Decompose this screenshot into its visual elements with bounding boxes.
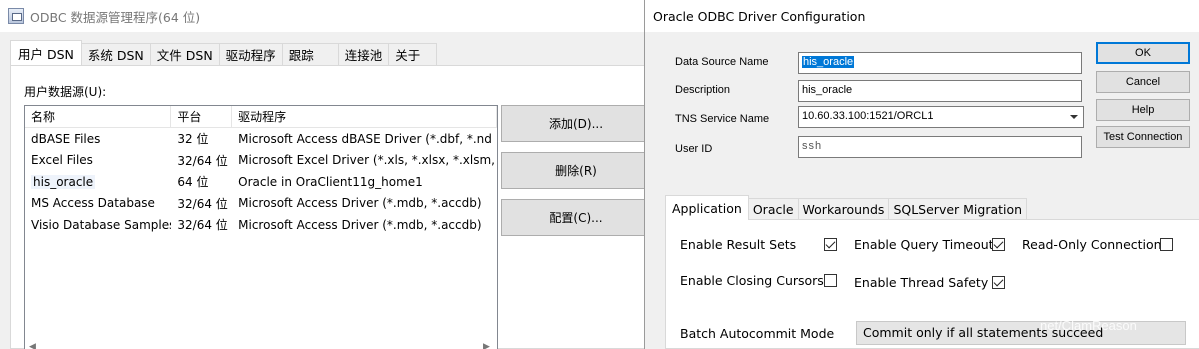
data-source-name-label: Data Source Name xyxy=(675,56,769,68)
odbc-admin-window: ODBC 数据源管理程序(64 位) 用户 DSN 系统 DSN 文件 DSN … xyxy=(0,0,660,349)
remove-button[interactable]: 删除(R) xyxy=(501,152,651,189)
row-name: dBASE Files xyxy=(31,131,101,146)
tab-system-dsn[interactable]: 系统 DSN xyxy=(80,43,151,65)
configure-button[interactable]: 配置(C)... xyxy=(501,199,651,236)
list-item[interactable]: his_oracle 64 位 Oracle in OraClient11g_h… xyxy=(25,171,497,193)
row-driver: Microsoft Access Driver (*.mdb, *.accdb) xyxy=(238,196,482,211)
enable-thread-safety-label: Enable Thread Safety xyxy=(854,275,989,290)
row-driver: Oracle in OraClient11g_home1 xyxy=(238,174,423,189)
scroll-right-icon[interactable]: ▶ xyxy=(483,342,490,349)
row-platform: 32 位 xyxy=(177,132,209,147)
description-label: Description xyxy=(675,84,731,96)
enable-closing-cursors-checkbox[interactable] xyxy=(824,274,837,287)
tab-sqlserver-migration[interactable]: SQLServer Migration xyxy=(888,198,1028,220)
description-field[interactable]: his_oracle xyxy=(798,80,1082,102)
scroll-left-icon[interactable]: ◀ xyxy=(29,342,36,349)
enable-result-sets-checkbox[interactable] xyxy=(824,238,837,251)
data-source-list[interactable]: 名称 平台 驱动程序 dBASE Files 32 位 Microsoft Ac… xyxy=(24,105,498,349)
user-id-label: User ID xyxy=(675,143,713,155)
oracle-config-dialog: Oracle ODBC Driver Configuration Data So… xyxy=(644,0,1199,349)
user-id-field[interactable]: ssh xyxy=(798,136,1082,158)
list-item[interactable]: Excel Files 32/64 位 Microsoft Excel Driv… xyxy=(25,150,497,172)
tab-tracing[interactable]: 跟踪 xyxy=(281,43,339,65)
row-name: MS Access Database xyxy=(31,196,155,211)
column-header-platform[interactable]: 平台 xyxy=(171,106,233,127)
row-name: Excel Files xyxy=(31,153,93,168)
list-item[interactable]: MS Access Database 32/64 位 Microsoft Acc… xyxy=(25,193,497,215)
odbc-app-icon xyxy=(8,8,24,24)
read-only-connection-checkbox[interactable] xyxy=(1160,238,1173,251)
odbc-window-title: ODBC 数据源管理程序(64 位) xyxy=(30,9,201,25)
test-connection-button[interactable]: Test Connection xyxy=(1096,126,1190,148)
tab-file-dsn[interactable]: 文件 DSN xyxy=(149,43,220,65)
tab-about[interactable]: 关于 xyxy=(388,43,438,65)
list-item[interactable]: Visio Database Samples 32/64 位 Microsoft… xyxy=(25,214,497,236)
enable-thread-safety-checkbox[interactable] xyxy=(992,276,1005,289)
user-data-sources-label: 用户数据源(U): xyxy=(24,85,107,99)
row-platform: 64 位 xyxy=(177,175,209,190)
cancel-button[interactable]: Cancel xyxy=(1096,71,1190,93)
tns-service-name-label: TNS Service Name xyxy=(675,113,770,125)
user-id-value: ssh xyxy=(802,140,823,152)
row-platform: 32/64 位 xyxy=(177,196,228,211)
tab-drivers[interactable]: 驱动程序 xyxy=(218,43,283,65)
chevron-down-icon[interactable] xyxy=(1070,115,1078,119)
row-name: his_oracle xyxy=(31,174,96,189)
column-header-driver[interactable]: 驱动程序 xyxy=(232,106,497,127)
row-driver: Microsoft Access dBASE Driver (*.dbf, *.… xyxy=(238,131,492,146)
enable-query-timeout-label: Enable Query Timeout xyxy=(854,237,994,252)
data-source-name-field[interactable]: his_oracle xyxy=(798,52,1082,74)
tab-user-dsn[interactable]: 用户 DSN xyxy=(10,40,82,65)
tab-workarounds[interactable]: Workarounds xyxy=(797,198,890,220)
list-item[interactable]: dBASE Files 32 位 Microsoft Access dBASE … xyxy=(25,128,497,150)
batch-autocommit-combo[interactable]: Commit only if all statements succeed xyxy=(856,321,1186,345)
tab-oracle[interactable]: Oracle xyxy=(747,198,799,220)
tab-connection-pooling[interactable]: 连接池 xyxy=(337,43,390,65)
enable-closing-cursors-label: Enable Closing Cursors xyxy=(680,273,824,288)
data-source-name-value: his_oracle xyxy=(802,56,855,68)
column-header-name[interactable]: 名称 xyxy=(25,106,172,127)
tns-service-name-value: 10.60.33.100:1521/ORCL1 xyxy=(802,110,934,122)
tns-service-name-combo[interactable]: 10.60.33.100:1521/ORCL1 xyxy=(798,106,1084,128)
enable-result-sets-label: Enable Result Sets xyxy=(680,237,797,252)
row-name: Visio Database Samples xyxy=(31,217,172,232)
oracle-titlebar: Oracle ODBC Driver Configuration xyxy=(645,0,1199,32)
odbc-titlebar: ODBC 数据源管理程序(64 位) xyxy=(0,0,660,32)
user-dsn-panel: 用户数据源(U): 名称 平台 驱动程序 dBASE Files 32 位 Mi… xyxy=(10,65,660,349)
application-panel: Enable Result Sets Enable Query Timeout … xyxy=(665,219,1199,349)
tab-application[interactable]: Application xyxy=(665,195,749,220)
oracle-tab-strip: Application Oracle Workarounds SQLServer… xyxy=(665,195,1028,220)
help-button[interactable]: Help xyxy=(1096,99,1190,121)
enable-query-timeout-checkbox[interactable] xyxy=(992,238,1005,251)
oracle-dialog-title: Oracle ODBC Driver Configuration xyxy=(653,8,866,24)
add-button[interactable]: 添加(D)... xyxy=(501,105,651,142)
row-driver: Microsoft Excel Driver (*.xls, *.xlsx, *… xyxy=(238,153,497,168)
list-header: 名称 平台 驱动程序 xyxy=(25,106,497,128)
row-platform: 32/64 位 xyxy=(177,153,228,168)
odbc-tab-strip: 用户 DSN 系统 DSN 文件 DSN 驱动程序 跟踪 连接池 关于 xyxy=(10,40,438,65)
read-only-connection-label: Read-Only Connection xyxy=(1022,237,1162,252)
batch-autocommit-label: Batch Autocommit Mode xyxy=(680,326,835,341)
ok-button[interactable]: OK xyxy=(1096,42,1190,64)
row-platform: 32/64 位 xyxy=(177,218,228,233)
row-driver: Microsoft Access Driver (*.mdb, *.accdb) xyxy=(238,217,482,232)
